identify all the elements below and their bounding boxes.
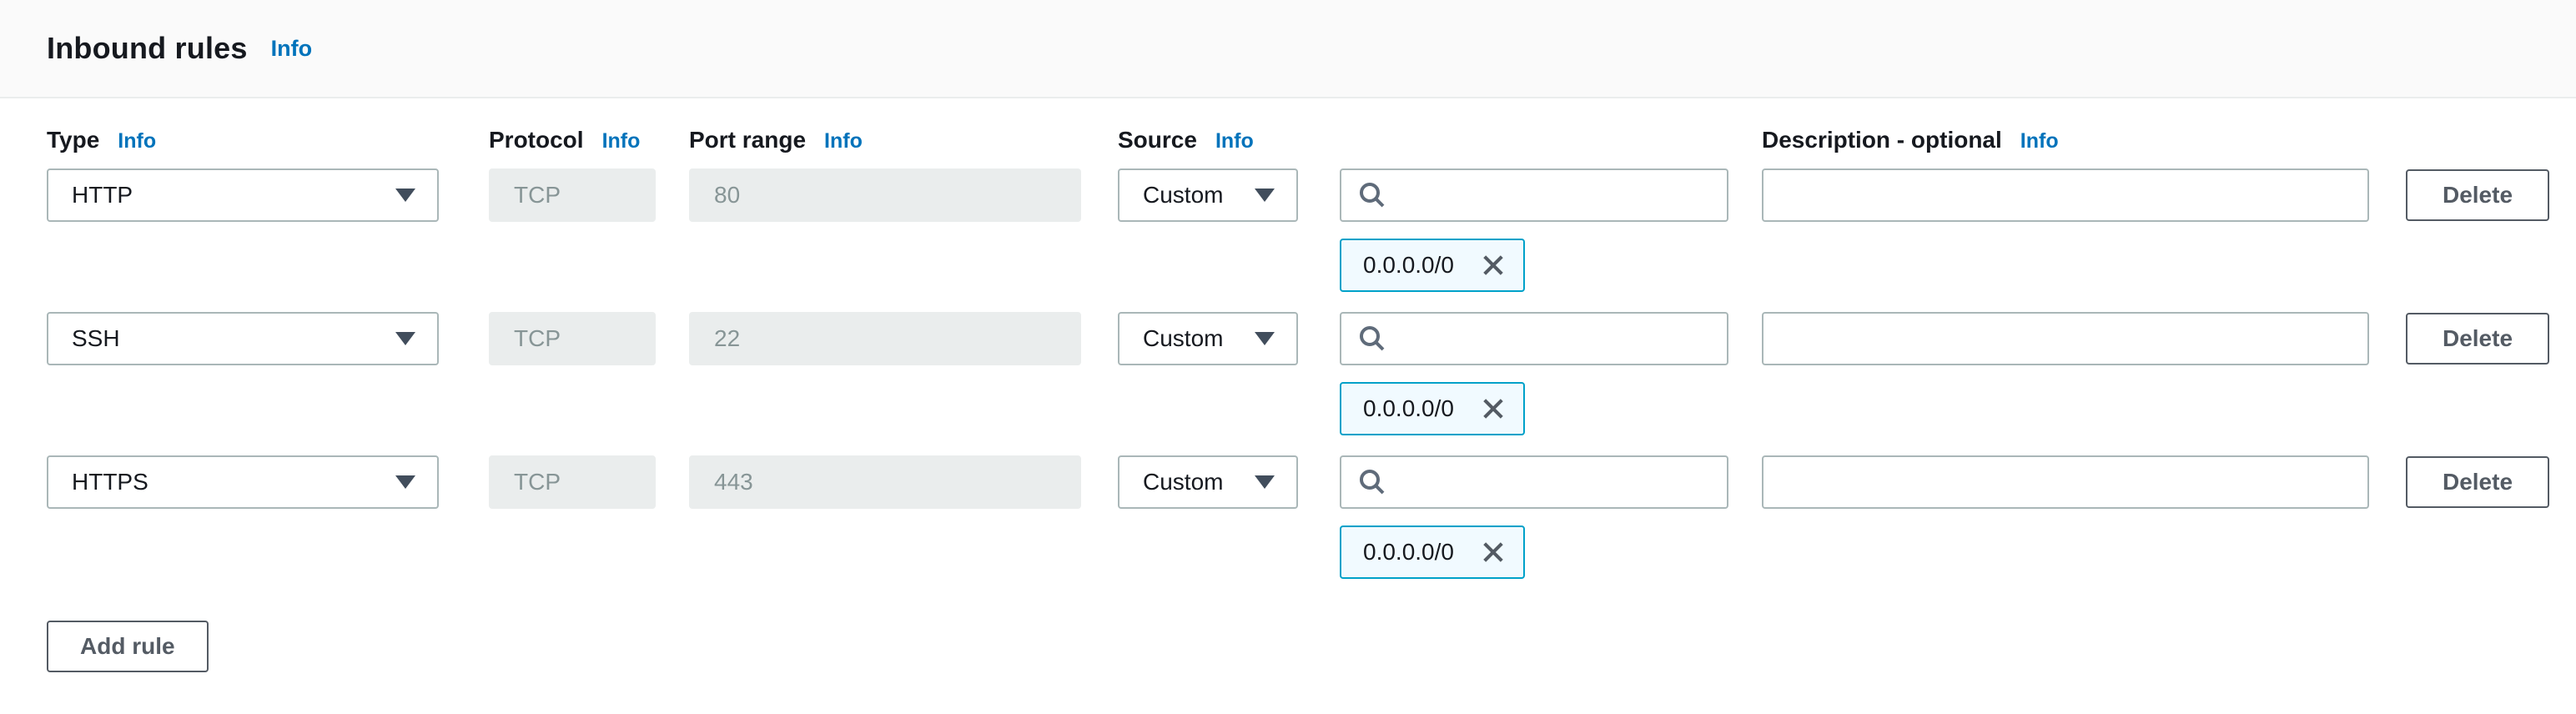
description-info-link[interactable]: Info (2020, 129, 2059, 153)
port-range-field: 80 (689, 168, 1081, 222)
rule-row-ssh: SSH TCP 22 Custom (47, 312, 2549, 435)
description-input[interactable] (1762, 168, 2369, 222)
rules-editor: Type Info Protocol Info Port range Info … (0, 98, 2576, 672)
panel-header: Inbound rules Info (0, 0, 2576, 98)
source-info-link[interactable]: Info (1215, 129, 1254, 153)
description-input[interactable] (1762, 455, 2369, 509)
description-label: Description - optional (1762, 127, 2002, 153)
remove-source-button[interactable] (1477, 536, 1510, 569)
source-token: 0.0.0.0/0 (1340, 525, 1525, 579)
type-select-value: SSH (72, 325, 120, 352)
delete-rule-button[interactable]: Delete (2406, 456, 2549, 508)
column-header-row: Type Info Protocol Info Port range Info … (47, 127, 2549, 168)
port-range-field: 22 (689, 312, 1081, 365)
source-type-select-value: Custom (1143, 325, 1223, 352)
description-input[interactable] (1762, 312, 2369, 365)
caret-down-icon (1255, 189, 1275, 202)
page-title: Inbound rules (47, 31, 248, 66)
source-token-value: 0.0.0.0/0 (1363, 395, 1454, 422)
source-search (1340, 312, 1728, 365)
port-range-label: Port range (689, 127, 806, 153)
protocol-info-link[interactable]: Info (602, 129, 641, 153)
type-info-link[interactable]: Info (118, 129, 156, 153)
protocol-field: TCP (489, 455, 656, 509)
source-search (1340, 168, 1728, 222)
type-select[interactable]: HTTP (47, 168, 439, 222)
source-type-select[interactable]: Custom (1118, 455, 1298, 509)
protocol-label: Protocol (489, 127, 584, 153)
source-search (1340, 455, 1728, 509)
source-search-input[interactable] (1340, 168, 1728, 222)
source-token: 0.0.0.0/0 (1340, 382, 1525, 435)
type-select[interactable]: SSH (47, 312, 439, 365)
caret-down-icon (395, 332, 415, 345)
caret-down-icon (1255, 332, 1275, 345)
source-type-select-value: Custom (1143, 182, 1223, 209)
source-type-select[interactable]: Custom (1118, 312, 1298, 365)
column-header-source: Source Info (1118, 127, 1298, 153)
source-search-input[interactable] (1340, 312, 1728, 365)
delete-rule-button[interactable]: Delete (2406, 313, 2549, 365)
add-rule-button[interactable]: Add rule (47, 621, 209, 672)
delete-rule-button[interactable]: Delete (2406, 169, 2549, 221)
inbound-rules-panel: Inbound rules Info Type Info Protocol In… (0, 0, 2576, 672)
type-select-value: HTTP (72, 182, 133, 209)
port-range-field: 443 (689, 455, 1081, 509)
column-header-type: Type Info (47, 127, 439, 153)
type-label: Type (47, 127, 99, 153)
port-range-info-link[interactable]: Info (824, 129, 863, 153)
type-select[interactable]: HTTPS (47, 455, 439, 509)
rule-row-http: HTTP TCP 80 Custom (47, 168, 2549, 292)
source-token: 0.0.0.0/0 (1340, 239, 1525, 292)
source-type-select-value: Custom (1143, 469, 1223, 495)
source-label: Source (1118, 127, 1197, 153)
caret-down-icon (1255, 475, 1275, 489)
protocol-field: TCP (489, 168, 656, 222)
source-token-value: 0.0.0.0/0 (1363, 252, 1454, 279)
caret-down-icon (395, 475, 415, 489)
column-header-protocol: Protocol Info (489, 127, 656, 153)
column-header-port-range: Port range Info (689, 127, 1081, 153)
source-token-value: 0.0.0.0/0 (1363, 539, 1454, 566)
type-select-value: HTTPS (72, 469, 148, 495)
source-search-input[interactable] (1340, 455, 1728, 509)
column-header-description: Description - optional Info (1762, 127, 2369, 153)
remove-source-button[interactable] (1477, 249, 1510, 282)
header-info-link[interactable]: Info (271, 36, 312, 62)
source-type-select[interactable]: Custom (1118, 168, 1298, 222)
rule-row-https: HTTPS TCP 443 Custom (47, 455, 2549, 579)
remove-source-button[interactable] (1477, 392, 1510, 425)
protocol-field: TCP (489, 312, 656, 365)
caret-down-icon (395, 189, 415, 202)
